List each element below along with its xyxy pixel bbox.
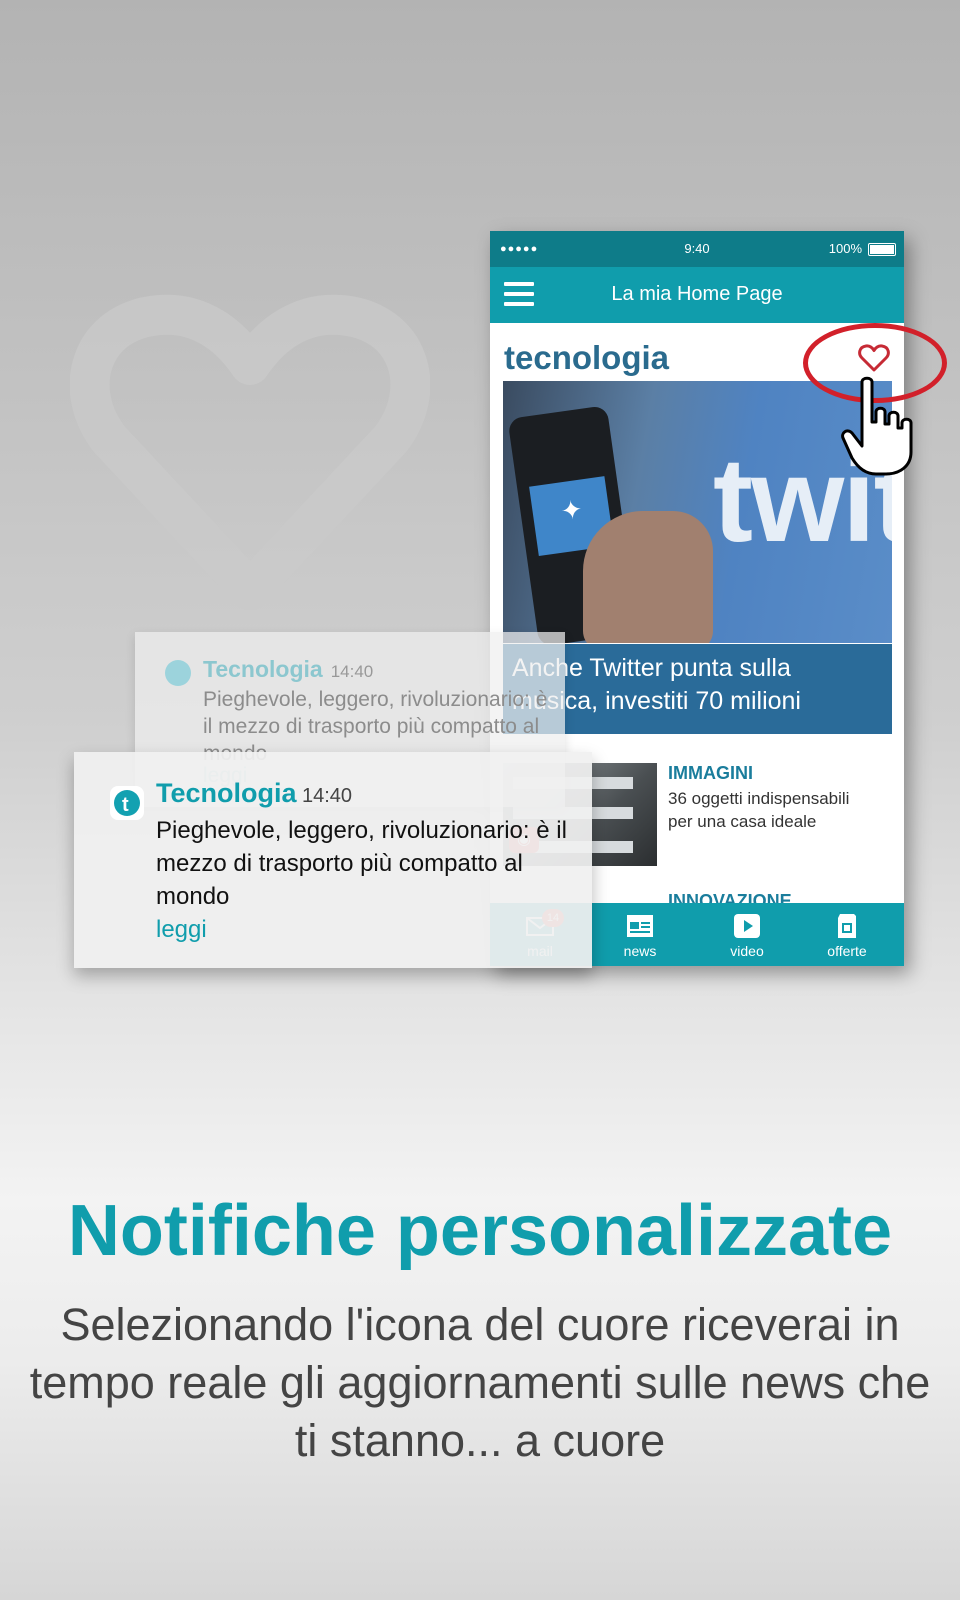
hero-image[interactable]: twitt ✦ — [503, 381, 892, 643]
notification-time: 14:40 — [330, 662, 374, 681]
article-title[interactable]: 36 oggetti indispensabili per una casa i… — [668, 787, 878, 833]
notification-app: Tecnologia — [203, 656, 323, 682]
play-icon — [734, 914, 760, 938]
notification-app: Tecnologia — [156, 778, 297, 808]
battery-icon — [868, 243, 896, 256]
section-title: tecnologia — [504, 339, 670, 376]
description-text: Selezionando l'icona del cuore riceverai… — [29, 1299, 931, 1466]
app-title: La mia Home Page — [611, 283, 783, 305]
notification-time: 14:40 — [302, 785, 353, 807]
pointer-hand-icon — [841, 376, 913, 476]
twitter-bird-icon: ✦ — [558, 493, 585, 527]
hand-photo — [583, 511, 713, 643]
tab-label: news — [623, 943, 657, 959]
app-logo-icon — [165, 660, 191, 686]
notification-card[interactable]: t Tecnologia 14:40 Pieghevole, leggero, … — [74, 752, 592, 968]
article-category: IMMAGINI — [668, 763, 753, 783]
notification-text: Pieghevole, leggero, rivoluzionario: è i… — [156, 817, 567, 910]
news-icon — [627, 915, 653, 937]
background-heart-icon — [70, 294, 430, 610]
battery-percent: 100% — [828, 241, 862, 256]
tab-news[interactable]: news — [590, 903, 690, 966]
status-bar: ●●●●● 9:40 100% — [490, 231, 904, 267]
app-bar: La mia Home Page — [490, 267, 904, 323]
headline: Notifiche personalizzate — [67, 1191, 893, 1271]
tab-label: offerte — [827, 943, 867, 959]
tab-label: video — [730, 943, 764, 959]
read-link[interactable]: leggi — [156, 916, 207, 944]
sim-card-icon — [838, 914, 856, 938]
tab-video[interactable]: video — [697, 903, 797, 966]
app-logo-icon: t — [110, 786, 144, 820]
tab-offerte[interactable]: offerte — [797, 903, 897, 966]
